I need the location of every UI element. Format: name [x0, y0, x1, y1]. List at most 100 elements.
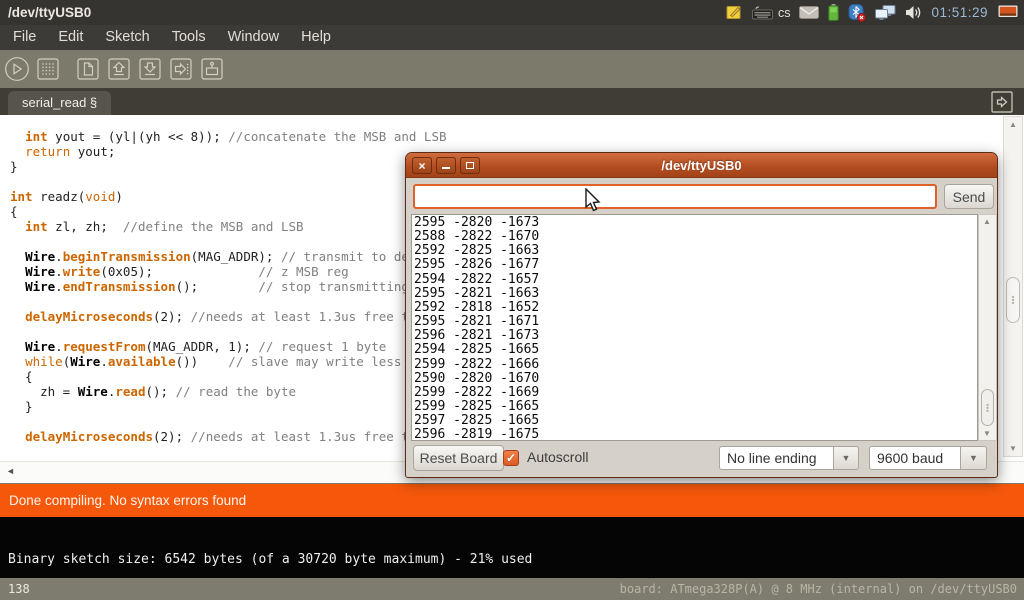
editor-vertical-scrollbar[interactable]: ▲ ••• ▼ [1003, 116, 1023, 457]
scroll-up-icon[interactable]: ▲ [983, 217, 991, 226]
serial-line: 2599 -2822 -1669 [414, 386, 977, 400]
baud-rate-dropdown-icon[interactable]: ▼ [961, 446, 987, 470]
tab-serial-read[interactable]: serial_read § [8, 91, 111, 115]
session-icon[interactable] [997, 4, 1019, 21]
serial-monitor-title: /dev/ttyUSB0 [406, 153, 997, 178]
menu-item-window[interactable]: Window [217, 25, 291, 50]
code-line: Wire.requestFrom(MAG_ADDR, 1); // reques… [10, 339, 447, 354]
serial-line: 2596 -2819 -1675 [414, 428, 977, 441]
code-line [10, 414, 447, 429]
serial-monitor-icon[interactable] [199, 56, 225, 82]
code-area[interactable]: int yout = (yl|(yh << 8)); //concatenate… [10, 129, 447, 444]
autoscroll-checkbox[interactable]: ✓ [503, 450, 519, 466]
serial-line: 2594 -2822 -1657 [414, 273, 977, 287]
code-line: delayMicroseconds(2); //needs at least 1… [10, 309, 447, 324]
status-message: Done compiling. No syntax errors found [9, 493, 246, 508]
panel-window-title: /dev/ttyUSB0 [0, 5, 91, 20]
serial-line: 2595 -2821 -1663 [414, 287, 977, 301]
line-ending-select[interactable]: No line ending [719, 446, 834, 470]
note-icon[interactable] [726, 4, 743, 21]
menu-item-sketch[interactable]: Sketch [94, 25, 160, 50]
serial-lines: 2595 -2820 -16732588 -2822 -16702592 -28… [412, 215, 977, 441]
serial-monitor-window: × /dev/ttyUSB0 Send 2595 -2820 -16732588… [405, 152, 998, 478]
ide-status-bar: Done compiling. No syntax errors found [0, 484, 1024, 517]
grip-dots-icon: ••• [986, 403, 989, 412]
ide-console: Binary sketch size: 6542 bytes (of a 307… [0, 517, 1024, 578]
send-button[interactable]: Send [944, 184, 994, 209]
menubar: FileEditSketchToolsWindowHelp [0, 25, 1024, 50]
upload-icon[interactable] [168, 56, 194, 82]
mail-icon[interactable] [799, 6, 819, 19]
scroll-down-icon[interactable]: ▼ [1009, 444, 1017, 453]
code-line: } [10, 399, 447, 414]
serial-line: 2597 -2825 -1665 [414, 414, 977, 428]
code-line: { [10, 204, 447, 219]
serial-input[interactable] [413, 184, 937, 209]
editor-vscroll-thumb[interactable]: ••• [1006, 277, 1020, 323]
network-icon[interactable] [875, 5, 896, 21]
menu-item-file[interactable]: File [2, 25, 47, 50]
code-line: Wire.beginTransmission(MAG_ADDR); // tra… [10, 249, 447, 264]
serial-monitor-body: Send 2595 -2820 -16732588 -2822 -1670259… [406, 178, 997, 478]
code-line: { [10, 369, 447, 384]
serial-line: 2595 -2826 -1677 [414, 258, 977, 272]
code-line: Wire.endTransmission(); // stop transmit… [10, 279, 447, 294]
save-icon[interactable] [137, 56, 163, 82]
reset-board-button[interactable]: Reset Board [413, 445, 504, 471]
system-tray: cs 01:51:29 [726, 4, 1024, 22]
code-line [10, 174, 447, 189]
menu-item-tools[interactable]: Tools [161, 25, 217, 50]
scroll-up-icon[interactable]: ▲ [1009, 120, 1017, 129]
code-line [10, 324, 447, 339]
tab-menu-icon[interactable] [991, 91, 1013, 113]
serial-line: 2595 -2820 -1673 [414, 216, 977, 230]
ide-footer: 138 board: ATmega328P(A) @ 8 MHz (intern… [0, 578, 1024, 600]
board-info: board: ATmega328P(A) @ 8 MHz (internal) … [620, 578, 1017, 600]
volume-icon[interactable] [905, 5, 922, 20]
code-line: zh = Wire.read(); // read the byte [10, 384, 447, 399]
scroll-down-icon[interactable]: ▼ [983, 429, 991, 438]
keyboard-layout-label[interactable]: cs [778, 6, 791, 20]
verify-icon[interactable] [4, 56, 30, 82]
menu-item-edit[interactable]: Edit [47, 25, 94, 50]
bluetooth-icon[interactable] [848, 4, 866, 22]
code-line: int yout = (yl|(yh << 8)); //concatenate… [10, 129, 447, 144]
serial-scroll-thumb[interactable]: ••• [981, 389, 994, 426]
serial-scrollbar[interactable]: ▲ ••• ▼ [978, 214, 997, 441]
code-line [10, 294, 447, 309]
serial-monitor-titlebar[interactable]: × /dev/ttyUSB0 [406, 153, 997, 178]
code-line: } [10, 159, 447, 174]
serial-line: 2594 -2825 -1665 [414, 343, 977, 357]
battery-icon[interactable] [828, 4, 839, 21]
serial-line: 2599 -2822 -1666 [414, 358, 977, 372]
panel-clock[interactable]: 01:51:29 [931, 5, 988, 20]
current-line-number: 138 [8, 578, 30, 600]
menu-item-help[interactable]: Help [290, 25, 342, 50]
serial-line: 2595 -2821 -1671 [414, 315, 977, 329]
serial-line: 2592 -2818 -1652 [414, 301, 977, 315]
stop-icon[interactable] [35, 56, 61, 82]
serial-line: 2590 -2820 -1670 [414, 372, 977, 386]
serial-output-area[interactable]: 2595 -2820 -16732588 -2822 -16702592 -28… [411, 214, 978, 441]
scroll-left-icon[interactable]: ◄ [6, 466, 15, 476]
console-output: Binary sketch size: 6542 bytes (of a 307… [8, 552, 532, 567]
code-line: while(Wire.available()) // slave may wri… [10, 354, 447, 369]
grip-dots-icon: ••• [1012, 296, 1015, 305]
toolbar [0, 50, 1024, 88]
new-sketch-icon[interactable] [75, 56, 101, 82]
serial-line: 2588 -2822 -1670 [414, 230, 977, 244]
serial-line: 2599 -2825 -1665 [414, 400, 977, 414]
baud-rate-select[interactable]: 9600 baud [869, 446, 961, 470]
desktop: /dev/ttyUSB0 cs 01:51: [0, 0, 1024, 600]
code-line [10, 234, 447, 249]
code-line: Wire.write(0x05); // z MSB reg [10, 264, 447, 279]
code-line: delayMicroseconds(2); //needs at least 1… [10, 429, 447, 444]
code-line: return yout; [10, 144, 447, 159]
serial-line: 2592 -2825 -1663 [414, 244, 977, 258]
autoscroll-label: Autoscroll [527, 449, 588, 465]
open-icon[interactable] [106, 56, 132, 82]
line-ending-dropdown-icon[interactable]: ▼ [834, 446, 859, 470]
desktop-panel: /dev/ttyUSB0 cs 01:51: [0, 0, 1024, 25]
keyboard-indicator-icon[interactable] [752, 6, 773, 20]
tabbar: serial_read § [0, 88, 1024, 115]
